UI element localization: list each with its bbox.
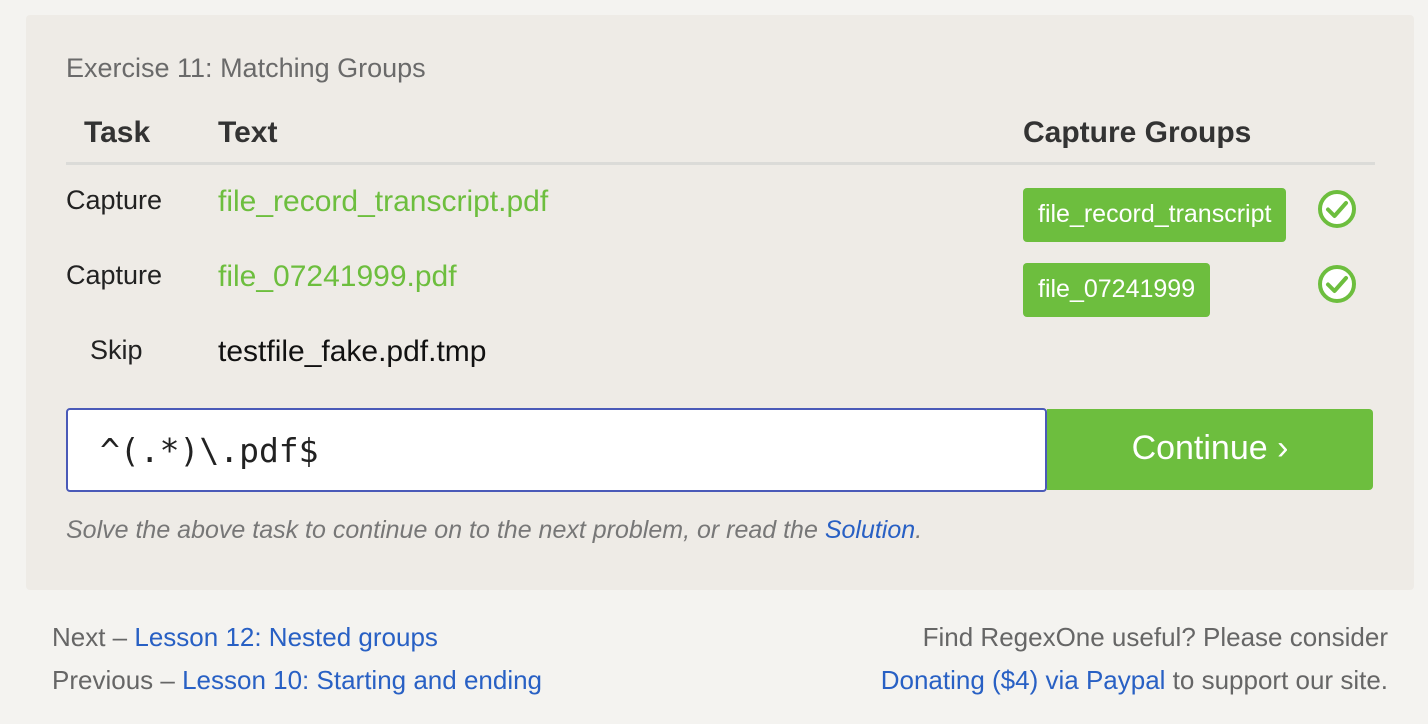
regex-input[interactable]	[66, 408, 1047, 492]
hint-text: Solve the above task to continue on to t…	[66, 516, 922, 545]
previous-lesson-link[interactable]: Lesson 10: Starting and ending	[182, 665, 542, 695]
continue-button[interactable]: Continue ›	[1047, 409, 1373, 490]
hint-text-after: .	[915, 516, 923, 544]
row-2-text: file_07241999.pdf	[218, 260, 457, 293]
row-1-capture-group: file_record_transcript	[1023, 188, 1287, 242]
check-circle-icon	[1318, 190, 1356, 228]
row-2-capture-group: file_07241999	[1023, 263, 1211, 317]
header-divider	[66, 162, 1375, 165]
header-capture-groups: Capture Groups	[1023, 116, 1252, 149]
row-3-text: testfile_fake.pdf.tmp	[218, 335, 487, 368]
row-1-task: Capture	[66, 185, 163, 215]
solution-link[interactable]: Solution	[825, 516, 915, 544]
next-prefix: Next –	[52, 622, 135, 652]
header-text: Text	[218, 116, 278, 149]
donate-link[interactable]: Donating ($4) via Paypal	[881, 665, 1166, 695]
header-task: Task	[84, 116, 151, 149]
previous-prefix: Previous –	[52, 665, 183, 695]
donate-prompt: Find RegexOne useful? Please consider	[922, 622, 1388, 652]
donate-line: Donating ($4) via Paypal to support our …	[881, 665, 1388, 696]
next-lesson-link[interactable]: Lesson 12: Nested groups	[134, 622, 438, 652]
check-circle-icon	[1318, 265, 1356, 303]
hint-text-before: Solve the above task to continue on to t…	[66, 516, 825, 544]
previous-lesson: Previous – Lesson 10: Starting and endin…	[52, 665, 542, 696]
row-1-text: file_record_transcript.pdf	[218, 185, 549, 218]
row-2-task: Capture	[66, 260, 163, 290]
row-3-task: Skip	[90, 335, 143, 365]
exercise-title: Exercise 11: Matching Groups	[66, 53, 426, 83]
donate-suffix: to support our site.	[1165, 665, 1388, 695]
next-lesson: Next – Lesson 12: Nested groups	[52, 622, 438, 653]
